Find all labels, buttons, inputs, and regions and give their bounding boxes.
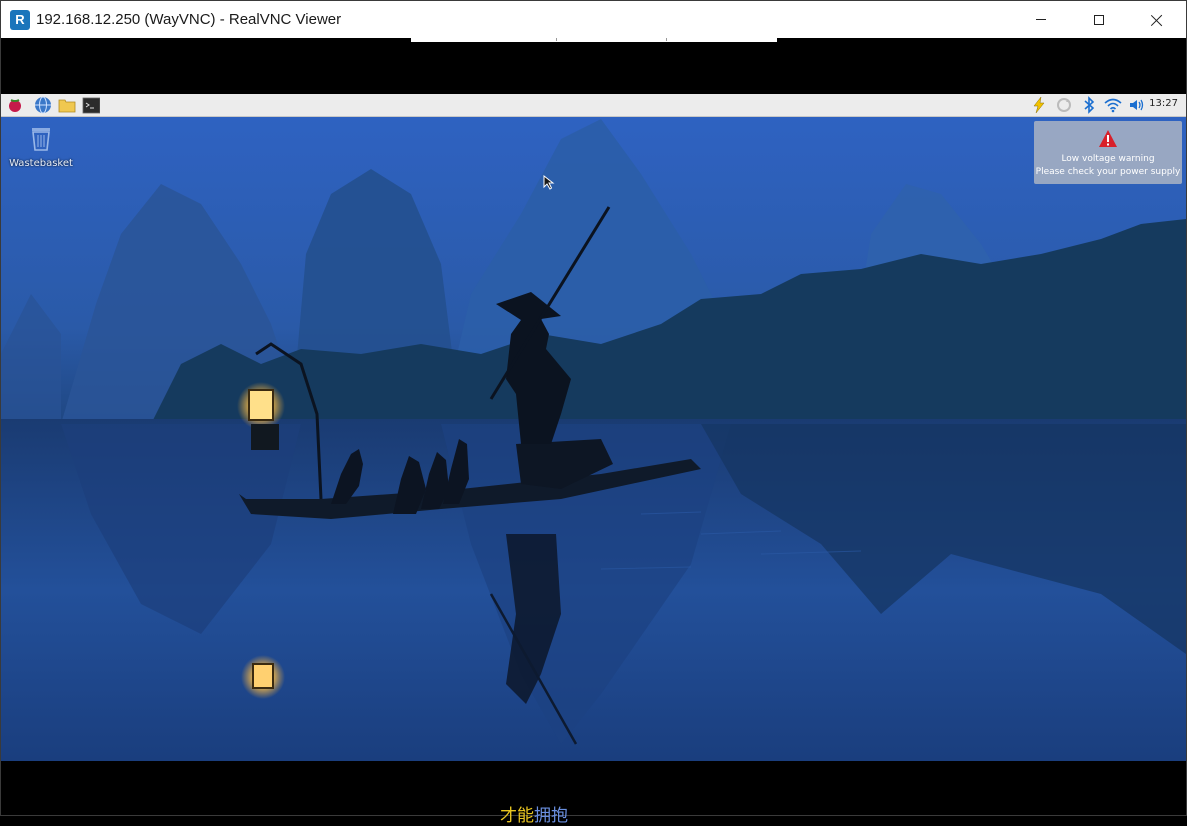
raspberry-menu-icon[interactable]: [6, 96, 24, 114]
wastebasket-desktop-icon[interactable]: Wastebasket: [9, 124, 73, 169]
remote-screen[interactable]: 13:27 Wastebasket Low voltage warning Pl…: [1, 94, 1186, 761]
notification-title: Low voltage warning: [1061, 154, 1155, 164]
bluetooth-icon[interactable]: [1080, 96, 1098, 114]
raspberry-pi-taskbar: 13:27: [1, 94, 1186, 117]
volume-icon[interactable]: [1128, 96, 1146, 114]
desktop[interactable]: Wastebasket Low voltage warning Please c…: [1, 116, 1186, 761]
overlay-text-part2: 拥抱: [534, 806, 568, 826]
trash-icon: [32, 128, 50, 151]
file-manager-icon[interactable]: [58, 96, 76, 114]
sync-icon[interactable]: [1055, 96, 1073, 114]
minimize-icon: [1036, 19, 1046, 20]
mouse-cursor-icon: [543, 175, 555, 190]
overlay-text-part1: 才能: [500, 806, 534, 826]
low-voltage-notification[interactable]: Low voltage warning Please check your po…: [1034, 121, 1182, 184]
vnc-toolbar-handle[interactable]: [411, 38, 777, 42]
lightning-icon[interactable]: [1030, 96, 1048, 114]
title-bar[interactable]: R 192.168.12.250 (WayVNC) - RealVNC View…: [1, 1, 1186, 38]
wifi-icon[interactable]: [1104, 96, 1122, 114]
terminal-icon[interactable]: [82, 96, 100, 114]
taskbar-clock[interactable]: 13:27: [1149, 98, 1178, 109]
warning-icon: [1099, 130, 1117, 147]
close-button[interactable]: [1128, 1, 1186, 38]
bottom-overlay-text: 才能拥抱: [500, 801, 568, 826]
window-title: 192.168.12.250 (WayVNC) - RealVNC Viewer: [36, 11, 342, 28]
wastebasket-label: Wastebasket: [9, 158, 73, 169]
realvnc-app-icon[interactable]: R: [10, 9, 30, 30]
minimize-button[interactable]: [1012, 1, 1070, 38]
close-icon: [1151, 14, 1163, 26]
notification-message: Please check your power supply: [1035, 167, 1181, 177]
maximize-icon: [1094, 14, 1104, 25]
vnc-viewer-window: R 192.168.12.250 (WayVNC) - RealVNC View…: [0, 0, 1187, 826]
maximize-button[interactable]: [1070, 1, 1128, 38]
window-controls: [1012, 1, 1186, 38]
web-browser-icon[interactable]: [34, 96, 52, 114]
